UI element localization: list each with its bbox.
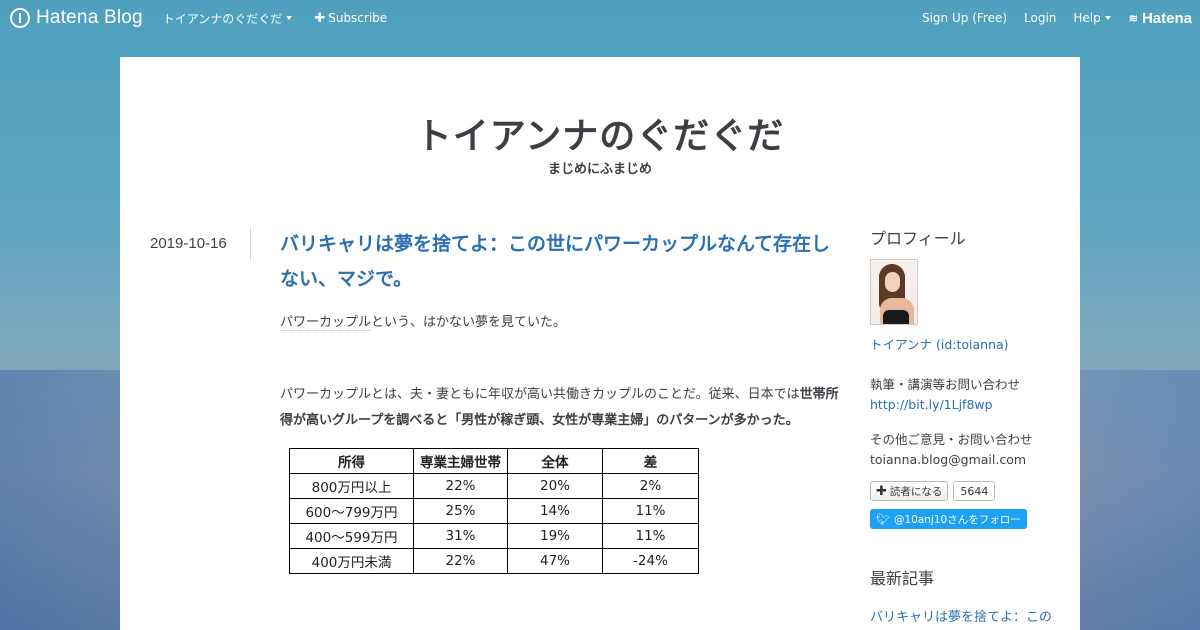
table-cell: 400～599万円 <box>289 523 414 549</box>
avatar-dress <box>883 310 909 324</box>
paragraph-1-text: という、はかない夢を見ていた。 <box>371 315 567 330</box>
table-row: 400万円未満 22% 47% -24% <box>289 548 699 574</box>
table-row: 800万円以上 22% 20% 2% <box>289 473 699 499</box>
blog-container: トイアンナのぐだぐだ まじめにふまじめ 2019-10-16 バリキャリは夢を捨… <box>120 57 1080 630</box>
table-header: 所得 <box>289 448 414 474</box>
table-row: 400～599万円 31% 19% 11% <box>289 523 699 549</box>
entry: バリキャリは夢を捨てよ：この世にパワーカップルなんて存在しない、マジで。 パワー… <box>280 227 845 574</box>
plus-icon: ✚ <box>314 10 326 26</box>
hatena-logo-text: Hatena <box>1141 9 1192 27</box>
help-label: Help <box>1073 11 1101 25</box>
blog-menu-dropdown[interactable]: トイアンナのぐだぐだ <box>163 10 293 27</box>
entry-paragraph-1: パワーカップルという、はかない夢を見ていた。 <box>280 311 845 331</box>
table-cell: 25% <box>413 498 508 524</box>
global-nav-right: Sign Up (Free) Login Help ≋ Hatena <box>905 10 1192 27</box>
table-cell-negative: -24% <box>602 548 699 574</box>
reader-count: 5644 <box>953 481 996 501</box>
date-divider <box>250 227 251 261</box>
subscribe-reader-button[interactable]: ✚ 読者になる <box>870 481 949 501</box>
hatena-blog-logo-text: Hatena Blog <box>36 7 143 28</box>
twitter-bird-icon: 🐦︎ <box>876 512 890 526</box>
global-nav: Hatena Blog トイアンナのぐだぐだ ✚ Subscribe Sign … <box>0 0 1200 36</box>
table-cell: 11% <box>602 498 699 524</box>
table-cell: 19% <box>507 523 603 549</box>
login-link[interactable]: Login <box>1024 11 1056 25</box>
paragraph-2-text: パワーカップルとは、夫・妻ともに年収が高い共働きカップルのことだ。従来、日本では <box>280 387 800 402</box>
table-cell: 600～799万円 <box>289 498 414 524</box>
signup-link[interactable]: Sign Up (Free) <box>922 11 1007 25</box>
blog-title[interactable]: トイアンナのぐだぐだ <box>120 107 1080 159</box>
table-cell: 31% <box>413 523 508 549</box>
recent-entries-heading: 最新記事 <box>870 569 935 588</box>
table-cell: 2% <box>602 473 699 499</box>
contact-email: toianna.blog@gmail.com <box>870 452 1027 467</box>
plus-icon: ✚ <box>876 483 887 499</box>
income-table: 所得 専業主婦世帯 全体 差 800万円以上 22% 20% 2% 600～79… <box>289 448 699 574</box>
entry-paragraph-2: パワーカップルとは、夫・妻ともに年収が高い共働きカップルのことだ。従来、日本では… <box>280 382 845 434</box>
table-cell: 47% <box>507 548 603 574</box>
table-header: 全体 <box>507 448 603 474</box>
subscribe-label: Subscribe <box>328 11 388 25</box>
table-header: 専業主婦世帯 <box>413 448 508 474</box>
contact-other-label: その他ご意見・お問い合わせ <box>870 432 1033 447</box>
table-header: 差 <box>602 448 699 474</box>
subscribe-button[interactable]: ✚ Subscribe <box>314 11 387 26</box>
avatar[interactable] <box>870 259 918 325</box>
profile-heading: プロフィール <box>870 229 966 248</box>
blog-description: まじめにふまじめ <box>547 162 652 177</box>
help-dropdown[interactable]: Help <box>1073 11 1111 25</box>
entry-date[interactable]: 2019-10-16 <box>150 235 227 252</box>
blog-menu-label: トイアンナのぐだぐだ <box>162 11 283 26</box>
table-cell: 22% <box>413 548 508 574</box>
reader-button-label: 読者になる <box>889 485 943 498</box>
twitter-button-label: @10anj10さんをフォロー <box>893 513 1021 526</box>
recent-entry-link[interactable]: バリキャリは夢を捨てよ：この世にパワーカップルな <box>870 607 1060 630</box>
table-header-row: 所得 専業主婦世帯 全体 差 <box>289 448 699 474</box>
hatena-logo[interactable]: ≋ Hatena <box>1129 10 1192 27</box>
sidebar: プロフィール トイアンナ (id:toianna) 執筆・講演等お問い合わせ h… <box>870 225 1060 630</box>
table-cell: 800万円以上 <box>289 473 414 499</box>
hatena-blog-logo-icon <box>10 8 30 28</box>
table-cell: 22% <box>413 473 508 499</box>
hatena-wave-icon: ≋ <box>1128 12 1138 25</box>
table-cell: 20% <box>507 473 603 499</box>
table-cell: 11% <box>602 523 699 549</box>
twitter-follow-button[interactable]: 🐦︎ @10anj10さんをフォロー <box>870 509 1027 529</box>
hatena-blog-logo[interactable]: Hatena Blog <box>10 7 143 29</box>
caret-down-icon <box>286 16 293 20</box>
avatar-face <box>885 272 900 292</box>
contact-label: 執筆・講演等お問い合わせ <box>870 377 1021 392</box>
caret-down-icon <box>1104 16 1111 20</box>
keyword-link[interactable]: パワーカップル <box>280 315 372 331</box>
contact-url-link[interactable]: http://bit.ly/1Ljf8wp <box>870 397 1060 412</box>
profile-name-link[interactable]: トイアンナ (id:toianna) <box>870 334 1060 353</box>
table-cell: 400万円未満 <box>289 548 414 574</box>
table-row: 600～799万円 25% 14% 11% <box>289 498 699 524</box>
entry-title[interactable]: バリキャリは夢を捨てよ：この世にパワーカップルなんて存在しない、マジで。 <box>280 227 845 297</box>
reader-row: ✚ 読者になる 5644 <box>870 481 1060 501</box>
table-cell: 14% <box>507 498 603 524</box>
